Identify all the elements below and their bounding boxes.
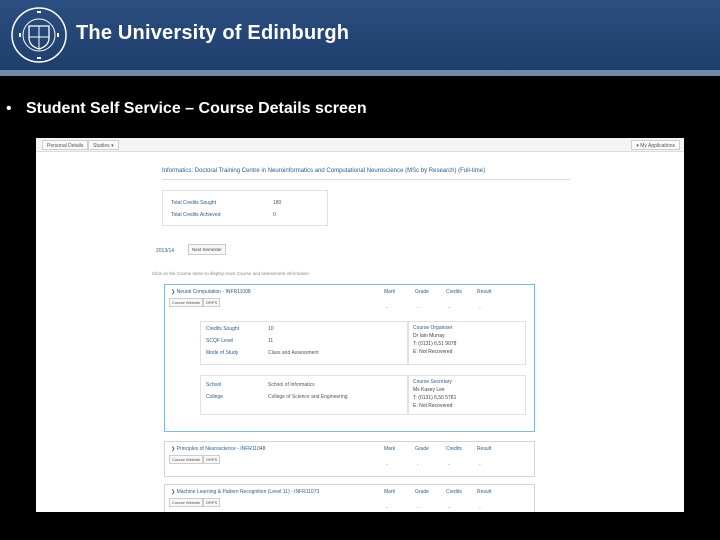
mark-header: Mark [384, 289, 396, 295]
result-header: Result [477, 446, 492, 452]
grade-value: - [417, 462, 419, 468]
mark-value: - [386, 462, 388, 468]
course-secretary-box: Course Secretary Ms Kasey Lee T: (0131) … [408, 375, 526, 415]
college-value: College of Science and Engineering [268, 394, 348, 400]
course-website-button[interactable]: Course Website [169, 298, 204, 307]
credits-sought-label: Credits Sought [206, 326, 240, 332]
next-semester-button[interactable]: Next Semester [188, 244, 226, 255]
university-header-band: The University of Edinburgh [0, 0, 720, 70]
course-title[interactable]: ❯ Machine Learning & Pattern Recognition… [171, 489, 319, 495]
credits-value: - [448, 305, 450, 311]
slide-bullet-text: Student Self Service – Course Details sc… [26, 100, 367, 117]
course-details-screenshot: Personal Details Studies ▾ ▾ My Applicat… [36, 138, 684, 512]
tab-studies[interactable]: Studies ▾ [88, 140, 119, 150]
mode-of-study-value: Class and Assessment [268, 350, 319, 356]
total-credits-sought-value: 180 [273, 200, 282, 206]
course-details-box: Credits Sought 10 SCQF Level 11 Mode of … [200, 321, 408, 365]
university-crest-icon [11, 7, 67, 63]
result-header: Result [477, 289, 492, 295]
mark-value: - [386, 305, 388, 311]
school-value: School of Informatics [268, 382, 315, 388]
course-panel-neural-computation[interactable]: ❯ Neural Computation - INFR11008 Mark Gr… [164, 284, 535, 432]
drps-button[interactable]: DRPS [203, 298, 221, 307]
grade-header: Grade [415, 289, 429, 295]
mark-value: - [386, 505, 388, 511]
course-title[interactable]: ❯ Neural Computation - INFR11008 [171, 289, 251, 295]
school-label: School [206, 382, 222, 388]
secretary-email[interactable]: E: Not Recovered [413, 403, 452, 409]
title-divider [162, 179, 570, 180]
organiser-name: Dr Iain Murray [413, 333, 445, 339]
credits-header: Credits [446, 446, 462, 452]
top-navigation: Personal Details Studies ▾ ▾ My Applicat… [36, 138, 684, 152]
result-value: - [479, 462, 481, 468]
result-value: - [479, 305, 481, 311]
grade-header: Grade [415, 489, 429, 495]
tab-personal-details[interactable]: Personal Details [42, 140, 89, 150]
college-label: College [206, 394, 223, 400]
mode-of-study-label: Mode of Study [206, 350, 239, 356]
grade-header: Grade [415, 446, 429, 452]
total-credits-sought-label: Total Credits Sought [171, 200, 217, 206]
grade-value: - [417, 305, 419, 311]
credits-sought-value: 10 [268, 326, 274, 332]
total-credits-achieved-value: 0 [273, 212, 276, 218]
course-school-box: School School of Informatics College Col… [200, 375, 408, 415]
university-name: The University of Edinburgh [76, 22, 350, 44]
credits-value: - [448, 462, 450, 468]
total-credits-achieved-label: Total Credits Achieved [171, 212, 221, 218]
credits-summary: Total Credits Sought 180 Total Credits A… [162, 190, 328, 226]
result-value: - [479, 505, 481, 511]
drps-button[interactable]: DRPS [203, 455, 221, 464]
credits-header: Credits [446, 489, 462, 495]
grade-value: - [417, 505, 419, 511]
slide-bullet: • Student Self Service – Course Details s… [6, 100, 367, 118]
header-divider [0, 70, 720, 76]
course-website-button[interactable]: Course Website [169, 498, 204, 507]
mark-header: Mark [384, 489, 396, 495]
programme-title: Informatics: Doctoral Training Centre in… [162, 168, 486, 174]
course-panel-machine-learning[interactable]: ❯ Machine Learning & Pattern Recognition… [164, 484, 535, 512]
academic-year-label: 2013/14 [156, 248, 175, 254]
tab-my-applications[interactable]: ▾ My Applications [631, 140, 680, 150]
drps-button[interactable]: DRPS [203, 498, 221, 507]
secretary-phone: T: (0131) 6,50 5781 [413, 395, 457, 401]
scqf-level-value: 11 [268, 338, 274, 344]
secretary-name: Ms Kasey Lee [413, 387, 445, 393]
credits-header: Credits [446, 289, 462, 295]
course-title[interactable]: ❯ Principles of Neuroscience - INFR11048 [171, 446, 265, 452]
course-website-button[interactable]: Course Website [169, 455, 204, 464]
info-text: Click on the Course name to display more… [152, 271, 309, 276]
result-header: Result [477, 489, 492, 495]
mark-header: Mark [384, 446, 396, 452]
organiser-phone: T: (0131) 6,51 9078 [413, 341, 457, 347]
secretary-heading: Course Secretary [413, 379, 452, 385]
scqf-level-label: SCQF Level [206, 338, 234, 344]
course-panel-principles-of-neuroscience[interactable]: ❯ Principles of Neuroscience - INFR11048… [164, 441, 535, 477]
course-organiser-box: Course Organiser Dr Iain Murray T: (0131… [408, 321, 526, 365]
credits-value: - [448, 505, 450, 511]
organiser-heading: Course Organiser [413, 325, 453, 331]
bullet-marker: • [6, 100, 12, 117]
organiser-email[interactable]: E: Not Recovered [413, 349, 452, 355]
